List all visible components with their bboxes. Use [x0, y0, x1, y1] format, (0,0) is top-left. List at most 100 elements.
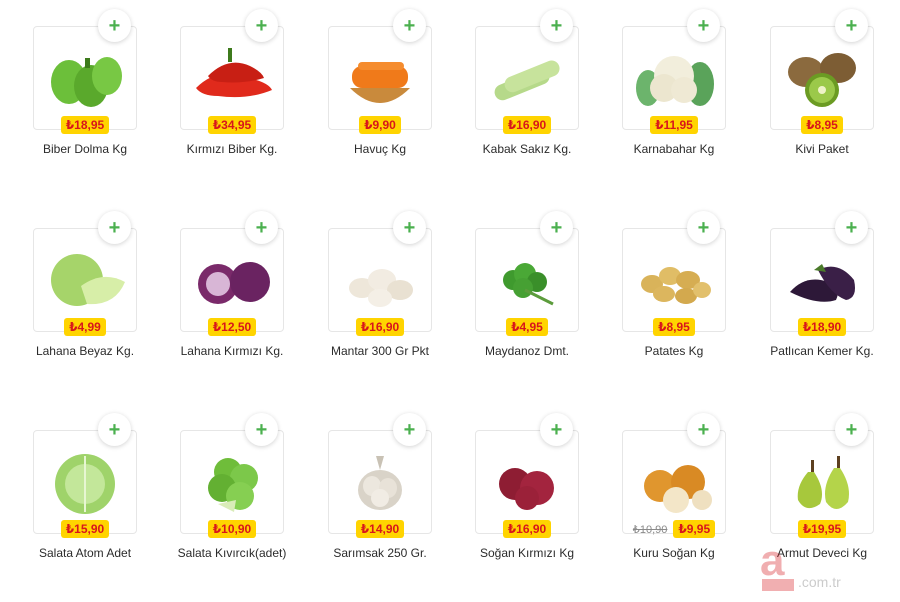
product-image[interactable]	[770, 26, 874, 130]
product-card[interactable]: + ₺16,90 Mantar 300 Gr Pkt	[295, 202, 435, 392]
add-to-cart-button[interactable]: +	[835, 9, 868, 42]
product-card[interactable]: + ₺16,90 Soğan Kırmızı Kg	[442, 404, 582, 594]
product-card[interactable]: + ₺18,95 Biber Dolma Kg	[0, 0, 140, 190]
price-badge: ₺8,95	[801, 116, 843, 134]
product-image[interactable]	[328, 430, 432, 534]
product-name[interactable]: Patates Kg	[589, 344, 759, 358]
mushroom-icon	[349, 269, 413, 307]
product-image[interactable]	[622, 430, 726, 534]
product-name[interactable]: Lahana Kırmızı Kg.	[147, 344, 317, 358]
product-image[interactable]	[33, 430, 137, 534]
product-card[interactable]: + ₺4,99 Lahana Beyaz Kg.	[0, 202, 140, 392]
iceberg-lettuce-icon	[55, 454, 115, 514]
eggplant-icon	[790, 264, 855, 302]
product-name[interactable]: Soğan Kırmızı Kg	[442, 546, 612, 560]
product-card[interactable]: + ₺11,95 Karnabahar Kg	[589, 0, 729, 190]
product-image[interactable]	[328, 228, 432, 332]
product-name[interactable]: Salata Kıvırcık(adet)	[147, 546, 317, 560]
add-to-cart-button[interactable]: +	[687, 413, 720, 446]
product-card[interactable]: + ₺10,90 ₺9,95 Kuru Soğan Kg	[589, 404, 729, 594]
product-name[interactable]: Kuru Soğan Kg	[589, 546, 759, 560]
price-badge: ₺8,95	[653, 318, 695, 336]
add-to-cart-button[interactable]: +	[687, 9, 720, 42]
add-to-cart-button[interactable]: +	[540, 211, 573, 244]
product-card[interactable]: + ₺34,95 Kırmızı Biber Kg.	[147, 0, 287, 190]
product-card[interactable]: + ₺8,95 Kivi Paket	[737, 0, 877, 190]
price-badge: ₺9,95	[673, 520, 716, 538]
pear-icon	[797, 456, 849, 509]
product-image[interactable]	[770, 430, 874, 534]
add-to-cart-button[interactable]: +	[835, 211, 868, 244]
price-badge: ₺16,90	[502, 520, 552, 538]
price-badge: ₺10,90	[207, 520, 257, 538]
product-image[interactable]	[33, 26, 137, 130]
add-to-cart-button[interactable]: +	[98, 211, 131, 244]
product-name[interactable]: Havuç Kg	[295, 142, 465, 156]
white-cabbage-icon	[51, 254, 125, 306]
price-row: ₺34,95	[147, 116, 317, 134]
product-image[interactable]	[33, 228, 137, 332]
product-card[interactable]: + ₺15,90 Salata Atom Adet	[0, 404, 140, 594]
price-row: ₺10,90 ₺9,95	[589, 520, 759, 538]
green-pepper-icon	[51, 57, 122, 107]
red-onion-icon	[499, 468, 554, 510]
add-to-cart-button[interactable]: +	[393, 413, 426, 446]
product-image[interactable]	[475, 430, 579, 534]
cauliflower-icon	[636, 56, 714, 106]
product-card[interactable]: + ₺16,90 Kabak Sakız Kg.	[442, 0, 582, 190]
product-name[interactable]: Salata Atom Adet	[0, 546, 170, 560]
product-card[interactable]: + ₺14,90 Sarımsak 250 Gr.	[295, 404, 435, 594]
product-card[interactable]: + ₺19,95 Armut Deveci Kg	[737, 404, 877, 594]
price-row: ₺11,95	[589, 116, 759, 134]
price-badge: ₺16,90	[355, 318, 405, 336]
add-to-cart-button[interactable]: +	[540, 413, 573, 446]
add-to-cart-button[interactable]: +	[98, 9, 131, 42]
product-card[interactable]: + ₺10,90 Salata Kıvırcık(adet)	[147, 404, 287, 594]
product-name[interactable]: Maydanoz Dmt.	[442, 344, 612, 358]
product-image[interactable]	[328, 26, 432, 130]
price-row: ₺9,90	[295, 116, 465, 134]
add-to-cart-button[interactable]: +	[540, 9, 573, 42]
product-name[interactable]: Kivi Paket	[737, 142, 900, 156]
product-card[interactable]: + ₺18,90 Patlıcan Kemer Kg.	[737, 202, 877, 392]
product-name[interactable]: Sarımsak 250 Gr.	[295, 546, 465, 560]
product-card[interactable]: + ₺9,90 Havuç Kg	[295, 0, 435, 190]
product-card[interactable]: + ₺8,95 Patates Kg	[589, 202, 729, 392]
price-badge: ₺11,95	[650, 116, 698, 134]
product-image[interactable]	[475, 26, 579, 130]
add-to-cart-button[interactable]: +	[245, 211, 278, 244]
product-name[interactable]: Patlıcan Kemer Kg.	[737, 344, 900, 358]
product-image[interactable]	[622, 26, 726, 130]
zucchini-icon	[494, 60, 560, 101]
add-to-cart-button[interactable]: +	[245, 9, 278, 42]
product-image[interactable]	[180, 228, 284, 332]
price-row: ₺12,50	[147, 318, 317, 336]
product-image[interactable]	[622, 228, 726, 332]
product-name[interactable]: Mantar 300 Gr Pkt	[295, 344, 465, 358]
product-card[interactable]: + ₺12,50 Lahana Kırmızı Kg.	[147, 202, 287, 392]
product-name[interactable]: Kırmızı Biber Kg.	[147, 142, 317, 156]
price-row: ₺18,90	[737, 318, 900, 336]
add-to-cart-button[interactable]: +	[835, 413, 868, 446]
onion-icon	[644, 465, 712, 513]
price-badge: ₺4,95	[506, 318, 548, 336]
add-to-cart-button[interactable]: +	[687, 211, 720, 244]
product-name[interactable]: Lahana Beyaz Kg.	[0, 344, 170, 358]
product-name[interactable]: Karnabahar Kg	[589, 142, 759, 156]
product-name[interactable]: Armut Deveci Kg	[737, 546, 900, 560]
product-name[interactable]: Kabak Sakız Kg.	[442, 142, 612, 156]
carrot-icon	[350, 62, 410, 103]
product-name[interactable]: Biber Dolma Kg	[0, 142, 170, 156]
potato-icon	[641, 267, 711, 304]
garlic-icon	[358, 456, 402, 510]
add-to-cart-button[interactable]: +	[98, 413, 131, 446]
product-card[interactable]: + ₺4,95 Maydanoz Dmt.	[442, 202, 582, 392]
product-image[interactable]	[475, 228, 579, 332]
product-image[interactable]	[180, 430, 284, 534]
add-to-cart-button[interactable]: +	[245, 413, 278, 446]
add-to-cart-button[interactable]: +	[393, 211, 426, 244]
add-to-cart-button[interactable]: +	[393, 9, 426, 42]
product-image[interactable]	[770, 228, 874, 332]
curly-lettuce-icon	[208, 458, 258, 512]
product-image[interactable]	[180, 26, 284, 130]
